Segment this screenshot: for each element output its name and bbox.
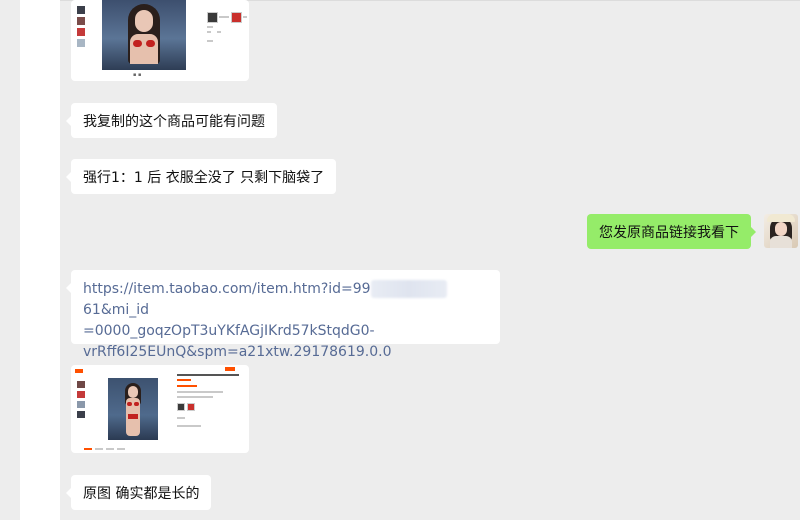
- message-bubble-incoming[interactable]: 我复制的这个商品可能有问题: [66, 103, 277, 138]
- text-line: [177, 425, 201, 427]
- text-line: [243, 16, 247, 18]
- price-line: [177, 379, 191, 381]
- text-line: [207, 40, 213, 42]
- message-text: 强行1：1 后 衣服全没了 只剩下脑袋了: [83, 170, 325, 186]
- link-text-part2: 61&mi_id: [83, 302, 150, 318]
- tab-line: [106, 448, 114, 450]
- color-swatch: [177, 403, 185, 411]
- text-line: [207, 31, 211, 33]
- message-text: 您发原商品链接我看下: [599, 225, 739, 241]
- text-line: [177, 396, 213, 398]
- message-image-product-screenshot-top[interactable]: ▪ ▪: [71, 0, 249, 81]
- message-bubble-incoming[interactable]: 强行1：1 后 衣服全没了 只剩下脑袋了: [65, 159, 337, 194]
- thumbnail-image: [77, 17, 85, 25]
- product-link[interactable]: https://item.taobao.com/item.htm?id=99 61…: [83, 279, 488, 363]
- text-line: [177, 417, 185, 419]
- brand-mark: [75, 369, 83, 373]
- price-line: [177, 385, 197, 387]
- window-left-margin: [0, 0, 20, 520]
- thumbnail-image: [77, 28, 85, 36]
- image-caption: ▪ ▪: [133, 72, 142, 78]
- color-swatch: [187, 403, 195, 411]
- thumbnail-image: [77, 6, 85, 14]
- message-bubble-incoming[interactable]: 原图 确实都是长的: [65, 475, 212, 510]
- message-text: 原图 确实都是长的: [83, 486, 200, 502]
- tab-line: [117, 448, 125, 450]
- accent-bar: [225, 367, 235, 371]
- thumbnail-image: [77, 381, 85, 388]
- thumbnail-image: [77, 391, 85, 398]
- message-bubble-link[interactable]: https://item.taobao.com/item.htm?id=99 61…: [66, 270, 500, 360]
- message-image-product-screenshot[interactable]: [71, 365, 249, 453]
- tab-line: [95, 448, 103, 450]
- conversation-list-panel: [20, 0, 60, 520]
- link-text-line2: =0000_goqzOpT3uYKfAGjIKrd57kStqdG0-: [83, 323, 375, 339]
- message-bubble-outgoing[interactable]: 您发原商品链接我看下: [587, 214, 756, 249]
- redacted-text: [370, 280, 447, 298]
- tab-line: [84, 448, 92, 450]
- message-text: 我复制的这个商品可能有问题: [83, 114, 265, 130]
- color-swatch: [231, 12, 242, 23]
- text-line: [217, 31, 221, 33]
- thumbnail-image: [77, 401, 85, 408]
- product-main-image: [108, 378, 158, 440]
- text-line: [177, 391, 223, 393]
- link-text-part1: https://item.taobao.com/item.htm?id=99: [83, 281, 371, 297]
- text-line: [207, 26, 213, 28]
- link-text-line3: vrRff6I25EUnQ&spm=a21xtw.29178619.0.0: [83, 344, 392, 360]
- chat-message-area[interactable]: ▪ ▪ 我复制的这个商品可能有问题 强行1：1 后 衣服全没了 只剩下脑袋了 您…: [60, 0, 800, 520]
- thumbnail-image: [77, 411, 85, 418]
- user-avatar[interactable]: [764, 214, 798, 248]
- product-main-image: [102, 0, 186, 70]
- color-swatch: [207, 12, 218, 23]
- text-line: [177, 374, 239, 376]
- text-line: [219, 16, 229, 18]
- thumbnail-image: [77, 39, 85, 47]
